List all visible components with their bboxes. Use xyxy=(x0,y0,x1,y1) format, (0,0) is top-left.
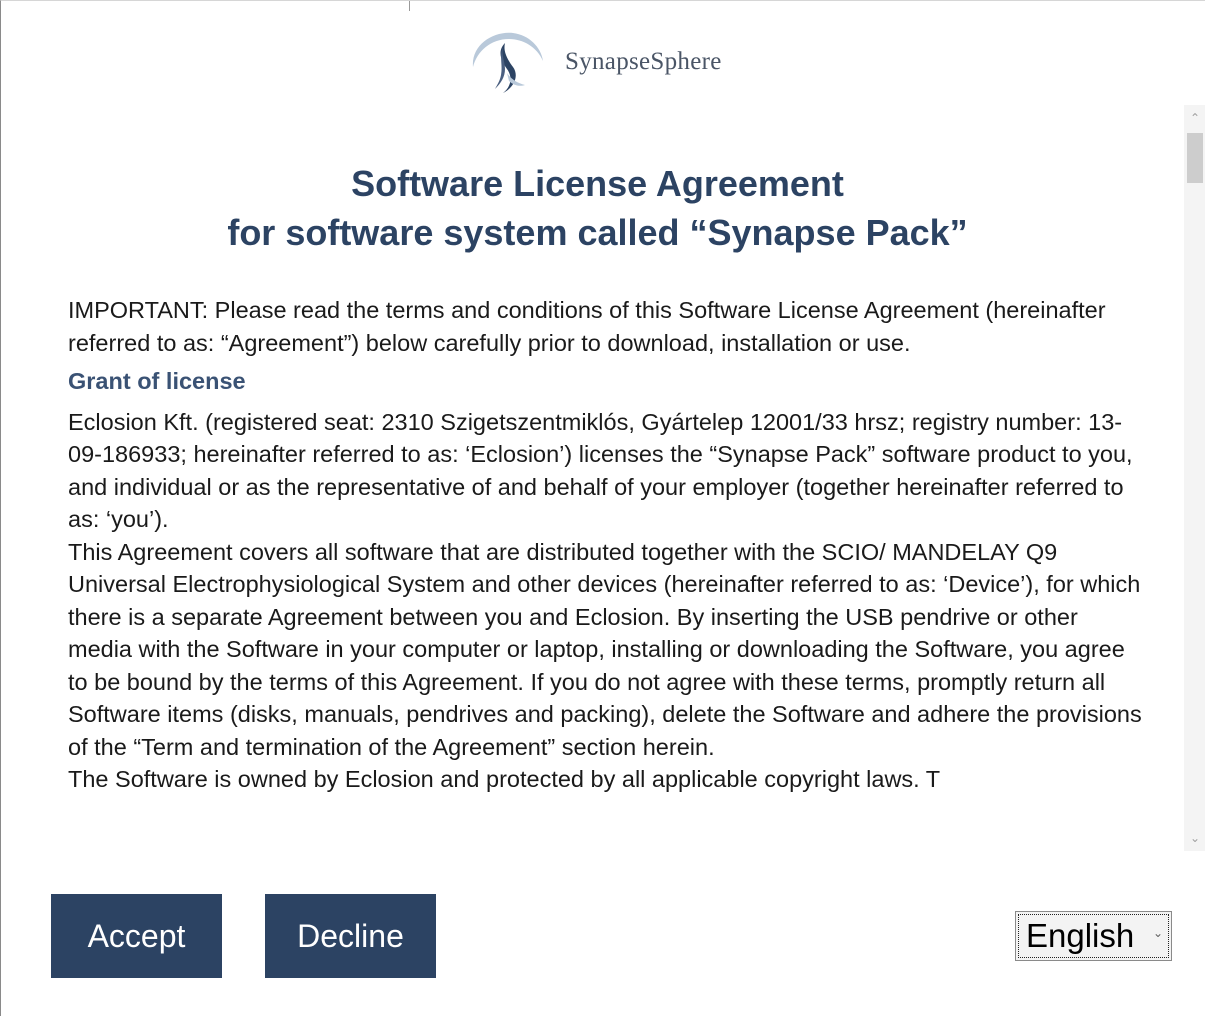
license-text-area[interactable]: Software License Agreement for software … xyxy=(1,105,1184,851)
scrollbar-thumb[interactable] xyxy=(1187,133,1203,183)
language-select[interactable]: English ⌄ xyxy=(1015,911,1172,961)
section-heading: Grant of license xyxy=(68,368,246,394)
license-paragraph: The Software is owned by Eclosion and pr… xyxy=(68,766,941,792)
license-body: IMPORTANT: Please read the terms and con… xyxy=(68,294,1148,796)
synapsesphere-logo-icon xyxy=(472,32,543,93)
license-paragraph: Eclosion Kft. (registered seat: 2310 Szi… xyxy=(68,408,1133,533)
chevron-down-icon: ⌄ xyxy=(1152,926,1163,940)
title-line-2: for software system called “Synapse Pack… xyxy=(227,212,968,253)
license-window: SynapseSphere Software License Agreement… xyxy=(0,0,1205,1016)
intro-paragraph: IMPORTANT: Please read the terms and con… xyxy=(68,297,1106,356)
license-paragraph: This Agreement covers all software that … xyxy=(68,538,1142,760)
title-line-1: Software License Agreement xyxy=(351,163,844,204)
chevron-up-icon[interactable]: ⌃ xyxy=(1184,105,1205,131)
chevron-down-icon[interactable]: ⌄ xyxy=(1184,825,1205,851)
brand-name: SynapseSphere xyxy=(565,48,722,75)
accept-button[interactable]: Accept xyxy=(51,894,222,978)
decline-button[interactable]: Decline xyxy=(265,894,436,978)
brand-logo: SynapseSphere xyxy=(467,27,722,97)
window-divider xyxy=(409,1,410,11)
vertical-scrollbar[interactable]: ⌃ ⌄ xyxy=(1184,105,1205,851)
language-selected-value: English xyxy=(1026,917,1135,954)
page-title: Software License Agreement for software … xyxy=(1,159,1184,257)
